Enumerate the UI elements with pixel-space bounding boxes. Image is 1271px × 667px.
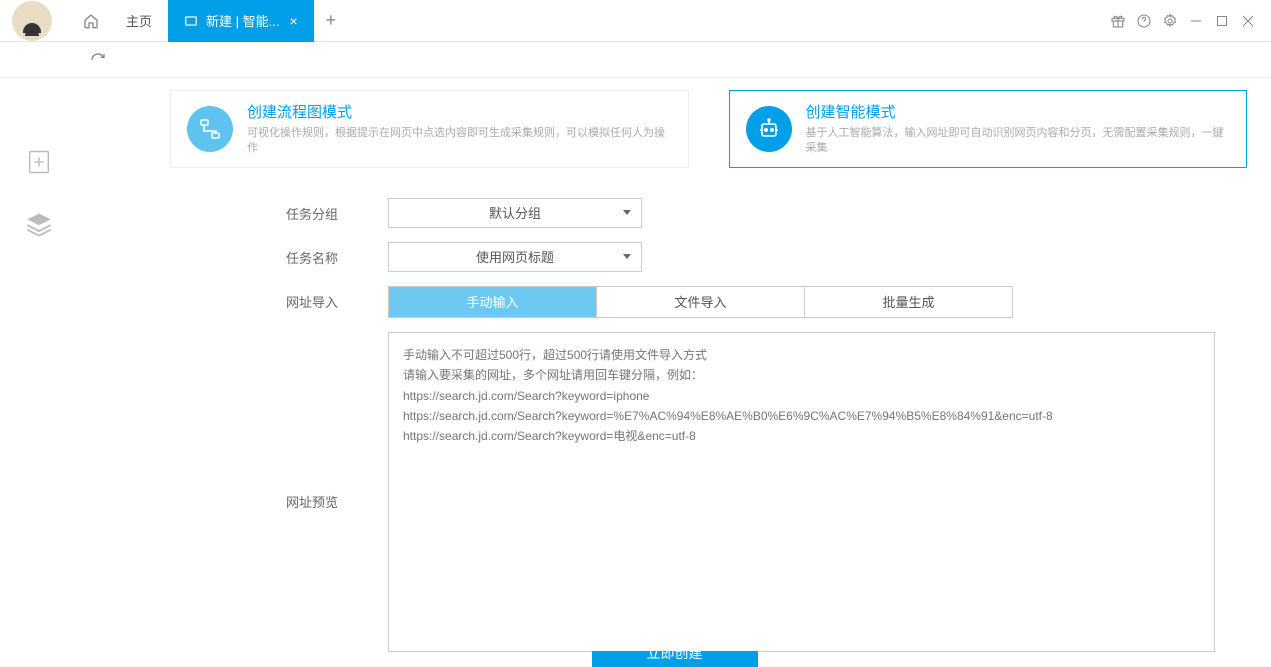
mode-smart-desc: 基于人工智能算法，输入网址即可自动识别网页内容和分页，无需配置采集规则，一键采集 <box>806 126 1231 157</box>
group-label: 任务分组 <box>78 198 388 223</box>
mode-smart[interactable]: 创建智能模式 基于人工智能算法，输入网址即可自动识别网页内容和分页，无需配置采集… <box>729 90 1248 168</box>
gift-icon[interactable] <box>1105 8 1131 34</box>
sidebar-new-icon[interactable] <box>25 148 53 176</box>
tab-home[interactable]: 主页 <box>110 0 168 42</box>
create-button[interactable]: 立即创建 <box>592 651 758 667</box>
tab-label: 新建 | 智能... <box>206 11 279 30</box>
chevron-down-icon <box>623 210 631 215</box>
reload-icon[interactable] <box>90 52 106 68</box>
name-select[interactable]: 使用网页标题 <box>388 242 642 272</box>
url-import-label: 网址导入 <box>78 286 388 311</box>
tab-manual-input[interactable]: 手动输入 <box>389 287 597 317</box>
sidebar-stack-icon[interactable] <box>25 210 53 238</box>
robot-icon <box>746 106 792 152</box>
mode-flowchart-title: 创建流程图模式 <box>247 101 672 122</box>
minimize-button[interactable] <box>1183 8 1209 34</box>
app-logo <box>12 1 52 41</box>
task-form: 任务分组 默认分组 任务名称 使用网页标题 网址导入 手动输入 <box>78 198 1247 657</box>
close-icon[interactable]: × <box>289 13 297 29</box>
flowchart-icon <box>187 106 233 152</box>
tab-file-import[interactable]: 文件导入 <box>597 287 805 317</box>
add-tab-button[interactable]: + <box>314 10 349 31</box>
url-input[interactable] <box>116 48 1241 72</box>
window-controls <box>1105 8 1271 34</box>
tab-batch-generate[interactable]: 批量生成 <box>805 287 1012 317</box>
mode-selector: 创建流程图模式 可视化操作规则，根据提示在网页中点选内容即可生成采集规则，可以模… <box>170 90 1247 168</box>
url-textarea[interactable] <box>388 332 1215 652</box>
gear-icon[interactable] <box>1157 8 1183 34</box>
main-content: 创建流程图模式 可视化操作规则，根据提示在网页中点选内容即可生成采集规则，可以模… <box>78 78 1271 667</box>
group-value: 默认分组 <box>489 203 541 222</box>
tab-new-task[interactable]: 新建 | 智能... × <box>168 0 314 42</box>
home-icon[interactable] <box>72 13 110 29</box>
name-label: 任务名称 <box>78 242 388 267</box>
maximize-button[interactable] <box>1209 8 1235 34</box>
help-icon[interactable] <box>1131 8 1157 34</box>
close-button[interactable] <box>1235 8 1261 34</box>
mode-flowchart-desc: 可视化操作规则，根据提示在网页中点选内容即可生成采集规则，可以模拟任何人为操作 <box>247 126 672 157</box>
mode-flowchart[interactable]: 创建流程图模式 可视化操作规则，根据提示在网页中点选内容即可生成采集规则，可以模… <box>170 90 689 168</box>
chevron-down-icon <box>623 254 631 259</box>
titlebar: 主页 新建 | 智能... × + <box>0 0 1271 42</box>
url-import-tabs: 手动输入 文件导入 批量生成 <box>388 286 1013 318</box>
mode-smart-title: 创建智能模式 <box>806 101 1231 122</box>
sidebar <box>0 78 78 667</box>
name-value: 使用网页标题 <box>476 247 554 266</box>
url-bar <box>0 42 1271 78</box>
group-select[interactable]: 默认分组 <box>388 198 642 228</box>
url-preview-label: 网址预览 <box>78 332 388 511</box>
